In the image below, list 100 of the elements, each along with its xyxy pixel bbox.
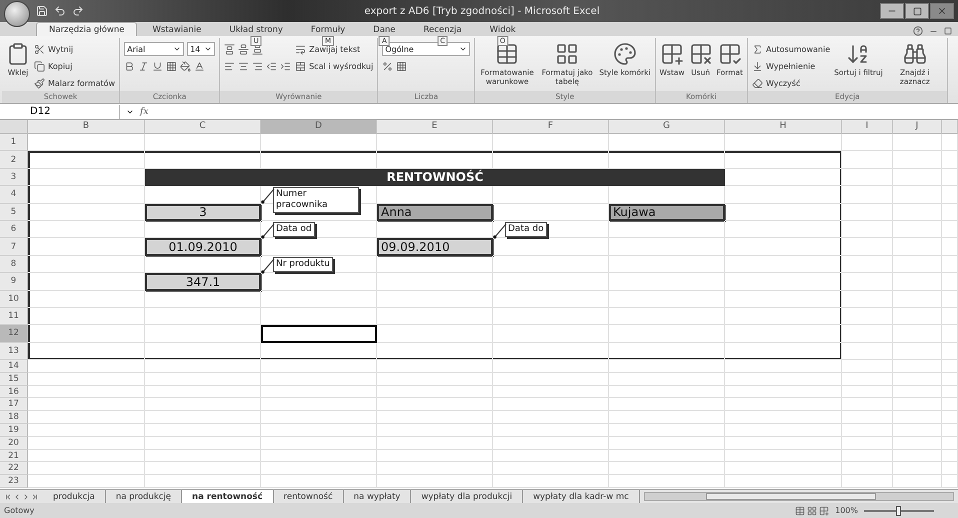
row-header[interactable]: 5 (0, 204, 28, 221)
grid-cell[interactable] (893, 398, 942, 412)
font-color-icon[interactable] (194, 60, 206, 72)
sheet-tab[interactable]: rentowność (274, 490, 344, 503)
grid-cell[interactable] (261, 436, 377, 450)
bold-icon[interactable] (124, 60, 136, 72)
grid-cell[interactable] (28, 475, 145, 488)
grid-cell[interactable] (942, 308, 958, 326)
align-center-icon[interactable] (238, 60, 250, 72)
input-cell[interactable]: 347.1 (145, 273, 261, 291)
grid-cell[interactable] (377, 325, 493, 343)
grid-cell[interactable] (942, 342, 958, 360)
grid-cell[interactable] (942, 290, 958, 308)
grid-cell[interactable] (942, 256, 958, 274)
grid-cell[interactable] (725, 134, 842, 152)
grid-cell[interactable] (893, 134, 942, 152)
grid-cell[interactable] (493, 256, 609, 274)
name-box[interactable]: D12 (0, 104, 120, 118)
column-header[interactable]: J (893, 120, 942, 134)
row-header[interactable]: 18 (0, 411, 28, 424)
grid-cell[interactable] (493, 462, 609, 476)
row-header[interactable]: 6 (0, 220, 28, 238)
grid-cell[interactable] (261, 290, 377, 308)
horizontal-scrollbar[interactable] (644, 492, 954, 501)
grid-cell[interactable] (28, 398, 145, 412)
align-right-icon[interactable] (252, 60, 264, 72)
grid-cell[interactable] (261, 342, 377, 360)
ribbon-button[interactable]: Malarz formatów (34, 76, 116, 90)
grid-cell[interactable] (377, 308, 493, 326)
grid-cell[interactable] (493, 360, 609, 373)
column-header[interactable]: G (609, 120, 725, 134)
grid-cell[interactable] (725, 151, 842, 169)
grid-cell[interactable] (609, 273, 725, 291)
row-header[interactable]: 8 (0, 256, 28, 274)
italic-icon[interactable] (138, 60, 150, 72)
grid-cell[interactable] (893, 424, 942, 437)
page-layout-icon[interactable] (807, 506, 818, 516)
grid-cell[interactable] (893, 386, 942, 398)
grid-cell[interactable] (609, 475, 725, 488)
grid-cell[interactable] (28, 151, 145, 169)
grid-cell[interactable] (609, 325, 725, 343)
grid-cell[interactable] (261, 386, 377, 398)
grid-cell[interactable] (493, 186, 609, 204)
grid-cell[interactable] (609, 436, 725, 450)
grid-cell[interactable] (893, 360, 942, 373)
grid-cell[interactable] (609, 220, 725, 238)
grid-cell[interactable] (725, 204, 842, 221)
grid-cell[interactable] (942, 475, 958, 488)
grid-cell[interactable] (725, 186, 842, 204)
grid-cell[interactable] (609, 386, 725, 398)
grid-cell[interactable] (145, 342, 261, 360)
grid-cell[interactable] (842, 436, 893, 450)
grid-cell[interactable] (145, 398, 261, 412)
function-button[interactable]: fx (140, 106, 148, 116)
grid-cell[interactable] (145, 360, 261, 373)
row-header[interactable]: 16 (0, 386, 28, 398)
grid-cell[interactable] (725, 450, 842, 462)
grid-cell[interactable] (842, 220, 893, 238)
grid-cell[interactable] (377, 462, 493, 476)
grid-cell[interactable] (893, 308, 942, 326)
row-header[interactable]: 23 (0, 475, 28, 488)
grid-cell[interactable] (725, 436, 842, 450)
row-header[interactable]: 1 (0, 134, 28, 152)
borders-icon[interactable] (166, 60, 178, 72)
column-header[interactable]: E (377, 120, 493, 134)
grid-cell[interactable] (842, 290, 893, 308)
grid-cell[interactable] (842, 475, 893, 488)
grid-cell[interactable] (28, 256, 145, 274)
grid-cell[interactable] (28, 290, 145, 308)
row-header[interactable]: 3 (0, 168, 28, 186)
ribbon-tab[interactable]: Dane (360, 22, 409, 36)
grid-cell[interactable] (842, 204, 893, 221)
column-header[interactable]: D (261, 120, 377, 134)
grid-cell[interactable] (942, 450, 958, 462)
grid-cell[interactable] (145, 436, 261, 450)
grid-cell[interactable] (145, 372, 261, 386)
column-header[interactable]: I (842, 120, 893, 134)
grid-cell[interactable] (609, 342, 725, 360)
grid-cell[interactable] (842, 134, 893, 152)
sheet-tab[interactable]: na wypłaty (344, 490, 412, 503)
undo-icon[interactable] (54, 5, 66, 17)
grid-cell[interactable] (725, 273, 842, 291)
grid-cell[interactable] (493, 342, 609, 360)
grid-cell[interactable] (893, 436, 942, 450)
grid-cell[interactable] (725, 360, 842, 373)
grid-cell[interactable] (609, 256, 725, 274)
grid-cell[interactable] (842, 372, 893, 386)
grid-cell[interactable] (145, 325, 261, 343)
grid-cell[interactable] (493, 325, 609, 343)
grid-cell[interactable] (942, 386, 958, 398)
grid-cell[interactable] (145, 462, 261, 476)
grid-cell[interactable] (842, 462, 893, 476)
grid-cell[interactable] (28, 372, 145, 386)
grid-cell[interactable] (609, 372, 725, 386)
grid-cell[interactable] (725, 168, 842, 186)
grid-cell[interactable] (942, 134, 958, 152)
grid-cell[interactable] (261, 424, 377, 437)
column-header[interactable]: F (493, 120, 609, 134)
grid-cell[interactable] (28, 186, 145, 204)
indent-decrease-icon[interactable] (266, 60, 278, 72)
